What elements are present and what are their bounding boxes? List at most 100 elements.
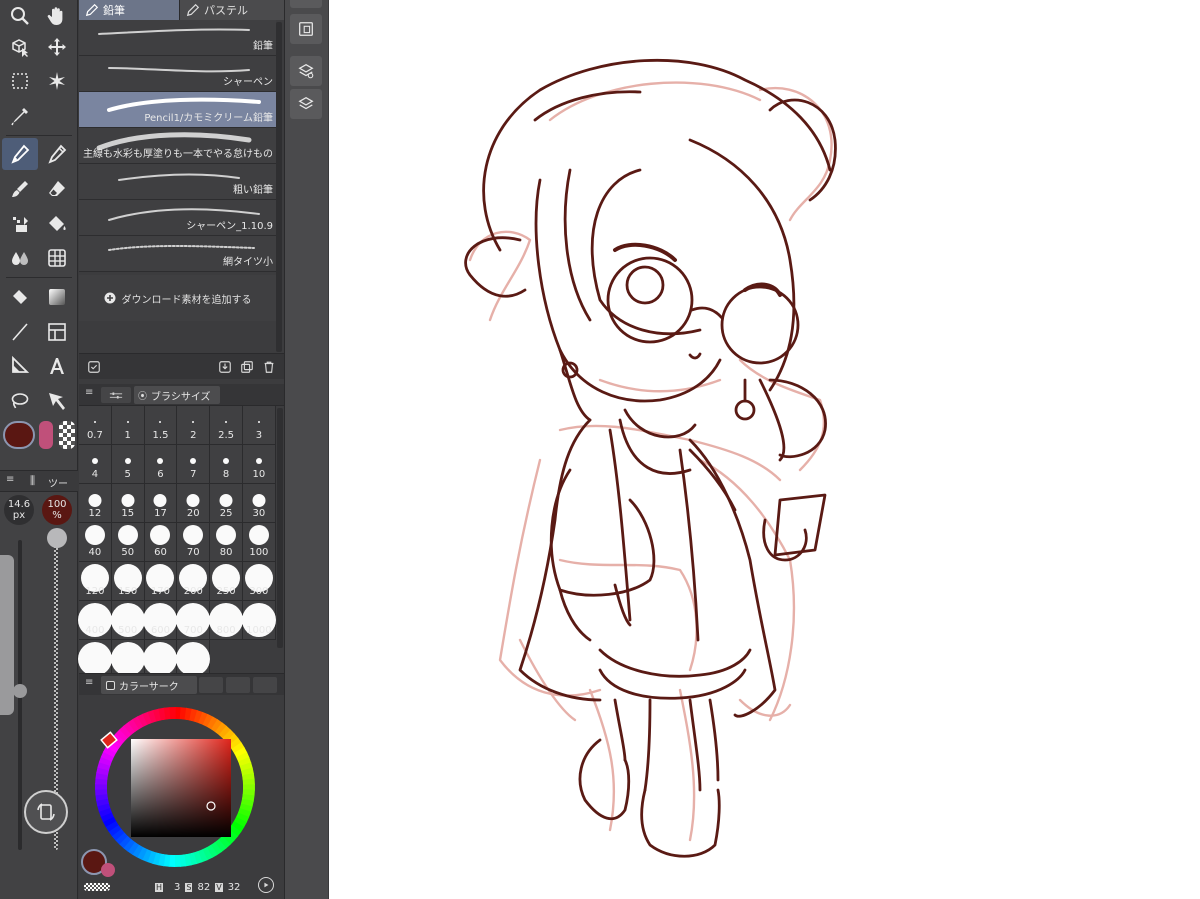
brush-size-cell[interactable]: 100 — [242, 523, 276, 562]
tab-pastel[interactable]: パステル — [179, 0, 284, 20]
brush-size-cell[interactable]: 120 — [79, 562, 112, 601]
brush-item[interactable]: 網タイツ小 — [79, 236, 276, 272]
main-color-chip[interactable] — [3, 421, 35, 449]
pen-tool[interactable] — [2, 138, 38, 170]
brush-size-cell[interactable]: 50 — [111, 523, 145, 562]
selection-tool[interactable] — [2, 65, 38, 97]
brush-size-cell[interactable]: 250 — [210, 562, 243, 601]
tab-color-circle[interactable]: カラーサーク — [101, 676, 197, 694]
tool-property-tab[interactable]: ツー — [48, 475, 68, 490]
brush-size-cell[interactable]: 5 — [111, 445, 145, 484]
fill-bucket-tool[interactable] — [2, 281, 38, 313]
brush-size-cell[interactable]: 60 — [144, 523, 178, 562]
brush-size-cell[interactable]: 3 — [242, 406, 276, 445]
tab-color-set[interactable] — [226, 677, 250, 693]
navigator-button[interactable] — [290, 14, 322, 44]
opacity-slider-knob[interactable] — [47, 528, 67, 548]
lasso-tool[interactable] — [2, 385, 38, 417]
brush-size-value[interactable]: 14.6 px — [4, 495, 34, 525]
brush-size-cell[interactable]: 25 — [210, 484, 243, 523]
brush-size-cell[interactable]: 800 — [209, 601, 244, 640]
eyedropper-tool[interactable] — [2, 100, 38, 132]
brush-size-cell[interactable]: 1 — [111, 406, 145, 445]
brush-list-scrollbar[interactable] — [276, 22, 282, 352]
brush-size-cell[interactable]: 2 — [177, 406, 211, 445]
brush-size-cell[interactable]: 500 — [110, 601, 145, 640]
ruler-tool[interactable] — [39, 316, 75, 348]
brush-size-cell[interactable]: 6 — [144, 445, 178, 484]
brush-size-cell[interactable]: 1000 — [241, 601, 276, 640]
menu-lines-icon[interactable]: ≡ — [85, 387, 93, 398]
menu-lines-icon[interactable]: ≡ — [6, 474, 14, 485]
brush-item[interactable]: シャーペン_1.10.9 — [79, 200, 276, 236]
top-dock-button[interactable] — [290, 0, 322, 8]
brush-item[interactable]: 主線も水彩も厚塗りも一本でやる怠けもの — [79, 128, 276, 164]
sub-color-chip-small[interactable] — [101, 863, 115, 877]
left-edge-handle[interactable] — [0, 555, 14, 715]
brush-size-cell[interactable]: 20 — [177, 484, 211, 523]
operation-tool[interactable] — [39, 385, 75, 417]
tab-tool-property[interactable] — [101, 387, 131, 403]
duplicate-button[interactable] — [236, 357, 258, 377]
pencil-tool[interactable] — [39, 138, 75, 170]
tab-brush-size[interactable]: ⦿ ブラシサイズ — [134, 386, 220, 404]
figure-tool[interactable] — [2, 350, 38, 382]
brush-item[interactable]: 粗い鉛筆 — [79, 164, 276, 200]
tab-color-slider[interactable] — [199, 677, 223, 693]
brush-size-cell[interactable]: 600 — [143, 601, 178, 640]
brush-size-cell[interactable]: 80 — [210, 523, 243, 562]
brush-size-cell[interactable]: 200 — [177, 562, 211, 601]
auto-select-tool[interactable] — [39, 65, 75, 97]
brush-settings-button[interactable] — [83, 357, 105, 377]
zoom-tool[interactable] — [2, 0, 38, 32]
gradient-tool[interactable] — [39, 281, 75, 313]
brush-size-scrollbar[interactable] — [277, 408, 283, 648]
object-tool[interactable] — [2, 31, 38, 63]
brush-size-cell[interactable]: 10 — [242, 445, 276, 484]
brush-size-cell[interactable]: 700 — [176, 601, 211, 640]
brush-item[interactable]: シャーペン — [79, 56, 276, 92]
layer-button[interactable] — [290, 89, 322, 119]
brush-item[interactable]: Pencil1/カモミクリーム鉛筆 — [79, 92, 276, 128]
blend-tool[interactable] — [2, 242, 38, 274]
brush-size-cell[interactable]: 1.5 — [144, 406, 178, 445]
opacity-value[interactable]: 100 % — [42, 495, 72, 525]
sub-color-chip[interactable] — [39, 421, 53, 449]
move-tool[interactable] — [39, 31, 75, 63]
color-play-button[interactable] — [258, 877, 274, 893]
menu-lines-icon[interactable]: ≡ — [85, 677, 93, 688]
brush-size-cell[interactable]: 15 — [111, 484, 145, 523]
add-material-button[interactable]: ダウンロード素材を追加する — [79, 275, 276, 321]
tab-intermediate-color[interactable] — [253, 677, 277, 693]
brush-size-cell[interactable]: 30 — [242, 484, 276, 523]
drawing-canvas[interactable] — [329, 0, 1200, 899]
eraser-tool[interactable] — [39, 173, 75, 205]
rotate-canvas-button[interactable] — [24, 790, 68, 834]
transparent-chip-small[interactable] — [84, 883, 110, 891]
brush-size-cell[interactable]: 4 — [79, 445, 112, 484]
brush-size-cell[interactable]: 8 — [210, 445, 243, 484]
decoration-tool[interactable] — [2, 208, 38, 240]
brush-size-cell[interactable]: 400 — [77, 601, 112, 640]
transparent-color-chip[interactable] — [59, 421, 75, 449]
brush-size-cell[interactable]: 170 — [144, 562, 178, 601]
brush-tool[interactable] — [2, 173, 38, 205]
brush-size-cell[interactable]: 300 — [242, 562, 276, 601]
fill-tool[interactable] — [39, 208, 75, 240]
frame-tool[interactable] — [39, 242, 75, 274]
layer-property-button[interactable] — [290, 56, 322, 86]
brush-size-cell[interactable]: 0.7 — [79, 406, 112, 445]
text-tool[interactable] — [39, 350, 75, 382]
delete-button[interactable] — [258, 357, 280, 377]
brush-item[interactable]: 鉛筆 — [79, 20, 276, 56]
download-button[interactable] — [214, 357, 236, 377]
line-tool[interactable] — [2, 316, 38, 348]
hand-tool[interactable] — [39, 0, 75, 32]
brush-size-cell[interactable]: 7 — [177, 445, 211, 484]
brush-size-cell[interactable]: 2.5 — [210, 406, 243, 445]
brush-size-cell[interactable]: 12 — [79, 484, 112, 523]
brush-size-slider-knob[interactable] — [13, 684, 27, 698]
brush-size-cell[interactable]: 17 — [144, 484, 178, 523]
brush-size-cell[interactable]: 40 — [79, 523, 112, 562]
brush-size-cell[interactable]: 70 — [177, 523, 211, 562]
